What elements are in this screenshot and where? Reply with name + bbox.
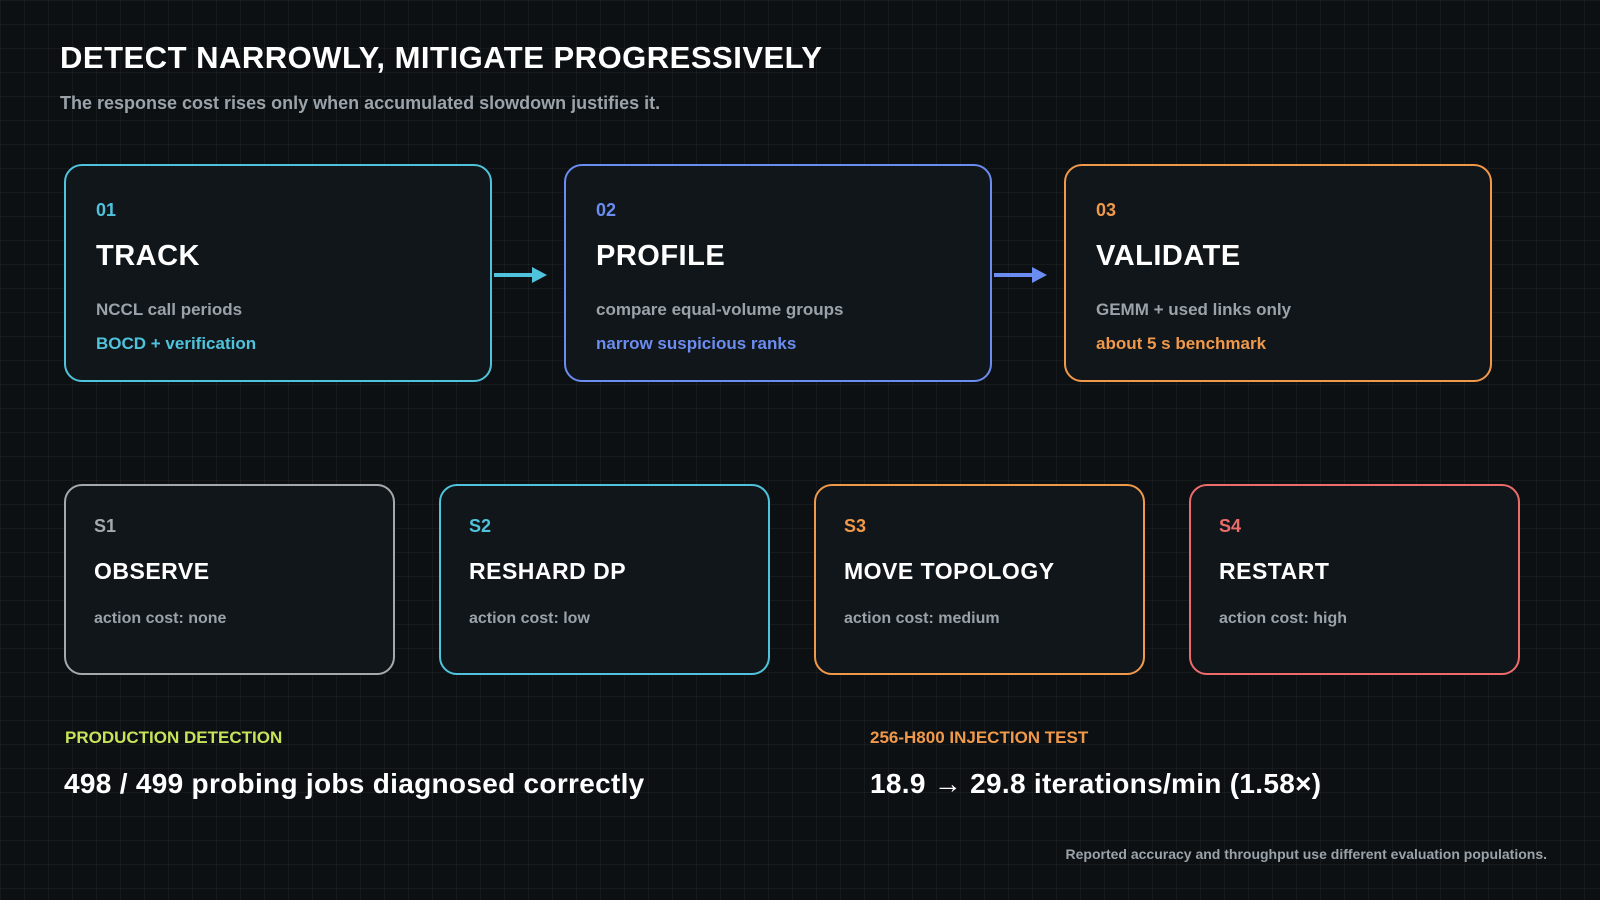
metric-label-production-detection: PRODUCTION DETECTION	[65, 728, 283, 747]
arrow-right-icon	[994, 267, 1047, 283]
arrow-right-icon	[494, 267, 547, 283]
tier-card-observe: S1 OBSERVE action cost: none	[64, 484, 395, 675]
tier-code: S1	[94, 516, 117, 536]
page-subtitle: The response cost rises only when accumu…	[60, 93, 661, 113]
stage-highlight: narrow suspicious ranks	[596, 334, 797, 353]
tier-code: S2	[469, 516, 492, 536]
stage-number: 03	[1096, 200, 1117, 220]
tier-card-reshard-dp: S2 RESHARD DP action cost: low	[439, 484, 770, 675]
tier-card-restart: S4 RESTART action cost: high	[1189, 484, 1520, 675]
metric-value-injection-test: 18.9 → 29.8 iterations/min (1.58×)	[870, 768, 1322, 799]
tier-code: S4	[1219, 516, 1242, 536]
tier-cost: action cost: none	[94, 610, 227, 627]
stage-number: 01	[96, 200, 117, 220]
stage-highlight: about 5 s benchmark	[1096, 334, 1267, 353]
metric-value-production-detection: 498 / 499 probing jobs diagnosed correct…	[64, 768, 645, 799]
footnote: Reported accuracy and throughput use dif…	[1065, 846, 1548, 862]
stage-number: 02	[596, 200, 617, 220]
stage-name: VALIDATE	[1096, 240, 1241, 272]
tier-cost: action cost: high	[1219, 610, 1347, 627]
tier-cost: action cost: low	[469, 610, 590, 627]
metric-label-injection-test: 256-H800 INJECTION TEST	[870, 728, 1089, 747]
stage-name: TRACK	[96, 240, 200, 272]
tier-name: RESHARD DP	[469, 558, 627, 584]
stage-description: GEMM + used links only	[1096, 300, 1292, 319]
stage-card-profile: 02 PROFILE compare equal-volume groups n…	[564, 164, 992, 382]
tier-code: S3	[844, 516, 867, 536]
tier-name: OBSERVE	[94, 558, 210, 584]
stage-description: compare equal-volume groups	[596, 300, 844, 319]
stage-name: PROFILE	[596, 240, 726, 272]
stage-highlight: BOCD + verification	[96, 334, 257, 353]
stage-description: NCCL call periods	[96, 300, 243, 319]
page-title: DETECT NARROWLY, MITIGATE PROGRESSIVELY	[60, 40, 823, 75]
tier-name: RESTART	[1219, 558, 1330, 584]
stage-card-track: 01 TRACK NCCL call periods BOCD + verifi…	[64, 164, 492, 382]
stage-card-validate: 03 VALIDATE GEMM + used links only about…	[1064, 164, 1492, 382]
tier-cost: action cost: medium	[844, 610, 1000, 627]
tier-card-move-topology: S3 MOVE TOPOLOGY action cost: medium	[814, 484, 1145, 675]
tier-name: MOVE TOPOLOGY	[844, 558, 1055, 584]
